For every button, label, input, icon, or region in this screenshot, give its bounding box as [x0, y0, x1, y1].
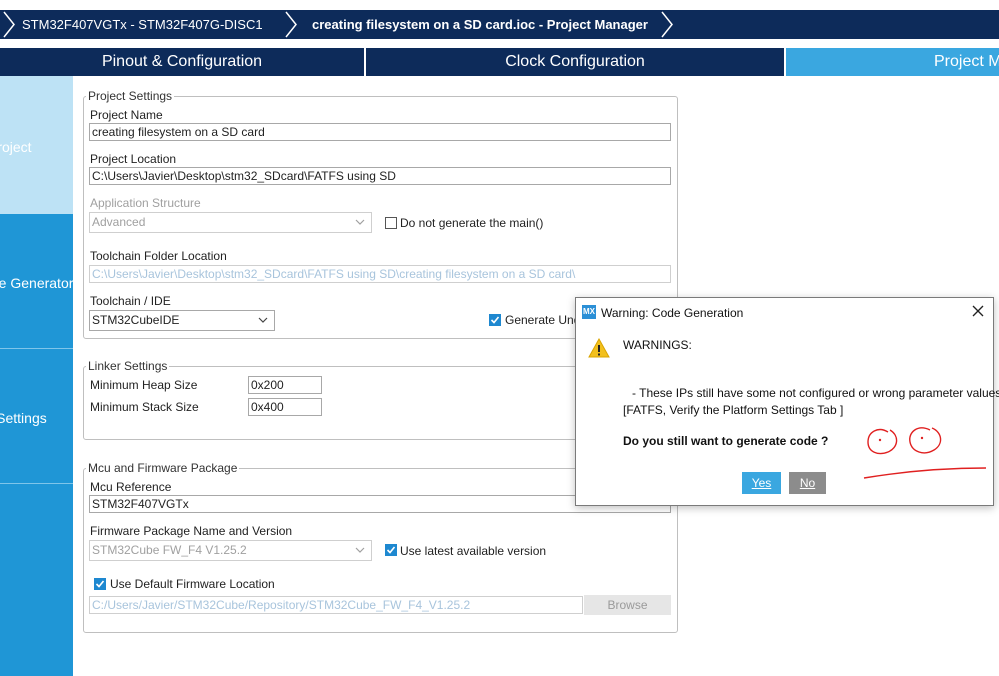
- project-location-label: Project Location: [90, 152, 177, 166]
- linker-settings-legend: Linker Settings: [86, 359, 170, 373]
- toolchain-folder-label: Toolchain Folder Location: [90, 249, 227, 263]
- tab-project-manager[interactable]: Project Manager: [786, 48, 999, 76]
- project-name-label: Project Name: [90, 108, 163, 122]
- stack-size-label: Minimum Stack Size: [90, 400, 199, 414]
- dialog-title: Warning: Code Generation: [601, 306, 744, 320]
- toolchain-ide-value: STM32CubeIDE: [92, 313, 180, 327]
- chevron-right-icon: [661, 11, 673, 38]
- no-button[interactable]: No: [789, 472, 826, 494]
- use-default-location-label: Use Default Firmware Location: [110, 577, 275, 591]
- chevron-right-icon: [285, 11, 297, 38]
- chevron-right-icon: [3, 11, 15, 38]
- app-structure-value: Advanced: [92, 215, 146, 229]
- chevron-down-icon: [355, 547, 365, 553]
- mx-logo-icon: MX: [582, 305, 596, 319]
- check-icon: [490, 316, 500, 324]
- dialog-question: Do you still want to generate code ?: [623, 434, 829, 448]
- heap-size-input[interactable]: 0x200: [248, 376, 322, 394]
- firmware-package-select[interactable]: STM32Cube FW_F4 V1.25.2: [89, 540, 372, 561]
- sidebar: Project Code Generator Advanced Settings: [0, 76, 73, 676]
- firmware-path-input[interactable]: C:/Users/Javier/STM32Cube/Repository/STM…: [89, 596, 583, 614]
- sidebar-item-project[interactable]: Project: [0, 76, 73, 214]
- project-name-input[interactable]: creating filesystem on a SD card: [89, 123, 671, 141]
- sidebar-item-label: Project: [0, 139, 32, 155]
- sidebar-item-label: Code Generator: [0, 275, 73, 291]
- no-main-label: Do not generate the main(): [400, 216, 544, 230]
- stack-size-input[interactable]: 0x400: [248, 398, 322, 416]
- tab-pinout[interactable]: Pinout & Configuration: [0, 48, 364, 76]
- firmware-package-label: Firmware Package Name and Version: [90, 524, 293, 538]
- mcu-reference-label: Mcu Reference: [90, 480, 172, 494]
- chevron-down-icon: [355, 219, 365, 225]
- close-icon[interactable]: [971, 304, 985, 318]
- use-latest-version-label: Use latest available version: [400, 544, 547, 558]
- project-settings-legend: Project Settings: [86, 89, 175, 103]
- sidebar-divider: [0, 483, 73, 484]
- heap-size-label: Minimum Heap Size: [90, 378, 198, 392]
- tab-clock[interactable]: Clock Configuration: [366, 48, 784, 76]
- sidebar-item-advanced-settings[interactable]: Advanced Settings: [0, 349, 73, 483]
- chevron-down-icon: [258, 317, 268, 323]
- toolchain-ide-label: Toolchain / IDE: [90, 294, 171, 308]
- use-default-location-checkbox[interactable]: [94, 578, 106, 590]
- browse-button[interactable]: Browse: [584, 595, 671, 615]
- check-icon: [95, 580, 105, 588]
- breadcrumb-project[interactable]: creating filesystem on a SD card.ioc - P…: [312, 10, 648, 39]
- sidebar-item-code-generator[interactable]: Code Generator: [0, 214, 73, 348]
- yes-button[interactable]: Yes: [742, 472, 781, 494]
- scribble-annotation: [863, 427, 987, 479]
- dialog-heading: WARNINGS:: [623, 338, 692, 352]
- sidebar-item-label: Advanced Settings: [0, 410, 47, 426]
- no-main-checkbox[interactable]: [385, 217, 397, 229]
- dialog-message-line2: [FATFS, Verify the Platform Settings Tab…: [623, 403, 844, 417]
- mcu-firmware-legend: Mcu and Firmware Package: [86, 461, 240, 475]
- app-structure-label: Application Structure: [90, 196, 201, 210]
- toolchain-ide-select[interactable]: STM32CubeIDE: [89, 310, 275, 331]
- firmware-package-value: STM32Cube FW_F4 V1.25.2: [92, 543, 247, 557]
- dialog-message-line1: - These IPs still have some not configur…: [632, 386, 999, 400]
- toolchain-folder-input[interactable]: C:\Users\Javier\Desktop\stm32_SDcard\FAT…: [89, 265, 671, 283]
- breadcrumb-device[interactable]: STM32F407VGTx - STM32F407G-DISC1: [22, 10, 263, 39]
- app-structure-select[interactable]: Advanced: [89, 212, 372, 233]
- use-latest-version-checkbox[interactable]: [385, 544, 397, 556]
- generate-under-root-checkbox[interactable]: [489, 314, 501, 326]
- warning-icon: [588, 338, 610, 358]
- project-location-input[interactable]: C:\Users\Javier\Desktop\stm32_SDcard\FAT…: [89, 167, 671, 185]
- check-icon: [386, 546, 396, 554]
